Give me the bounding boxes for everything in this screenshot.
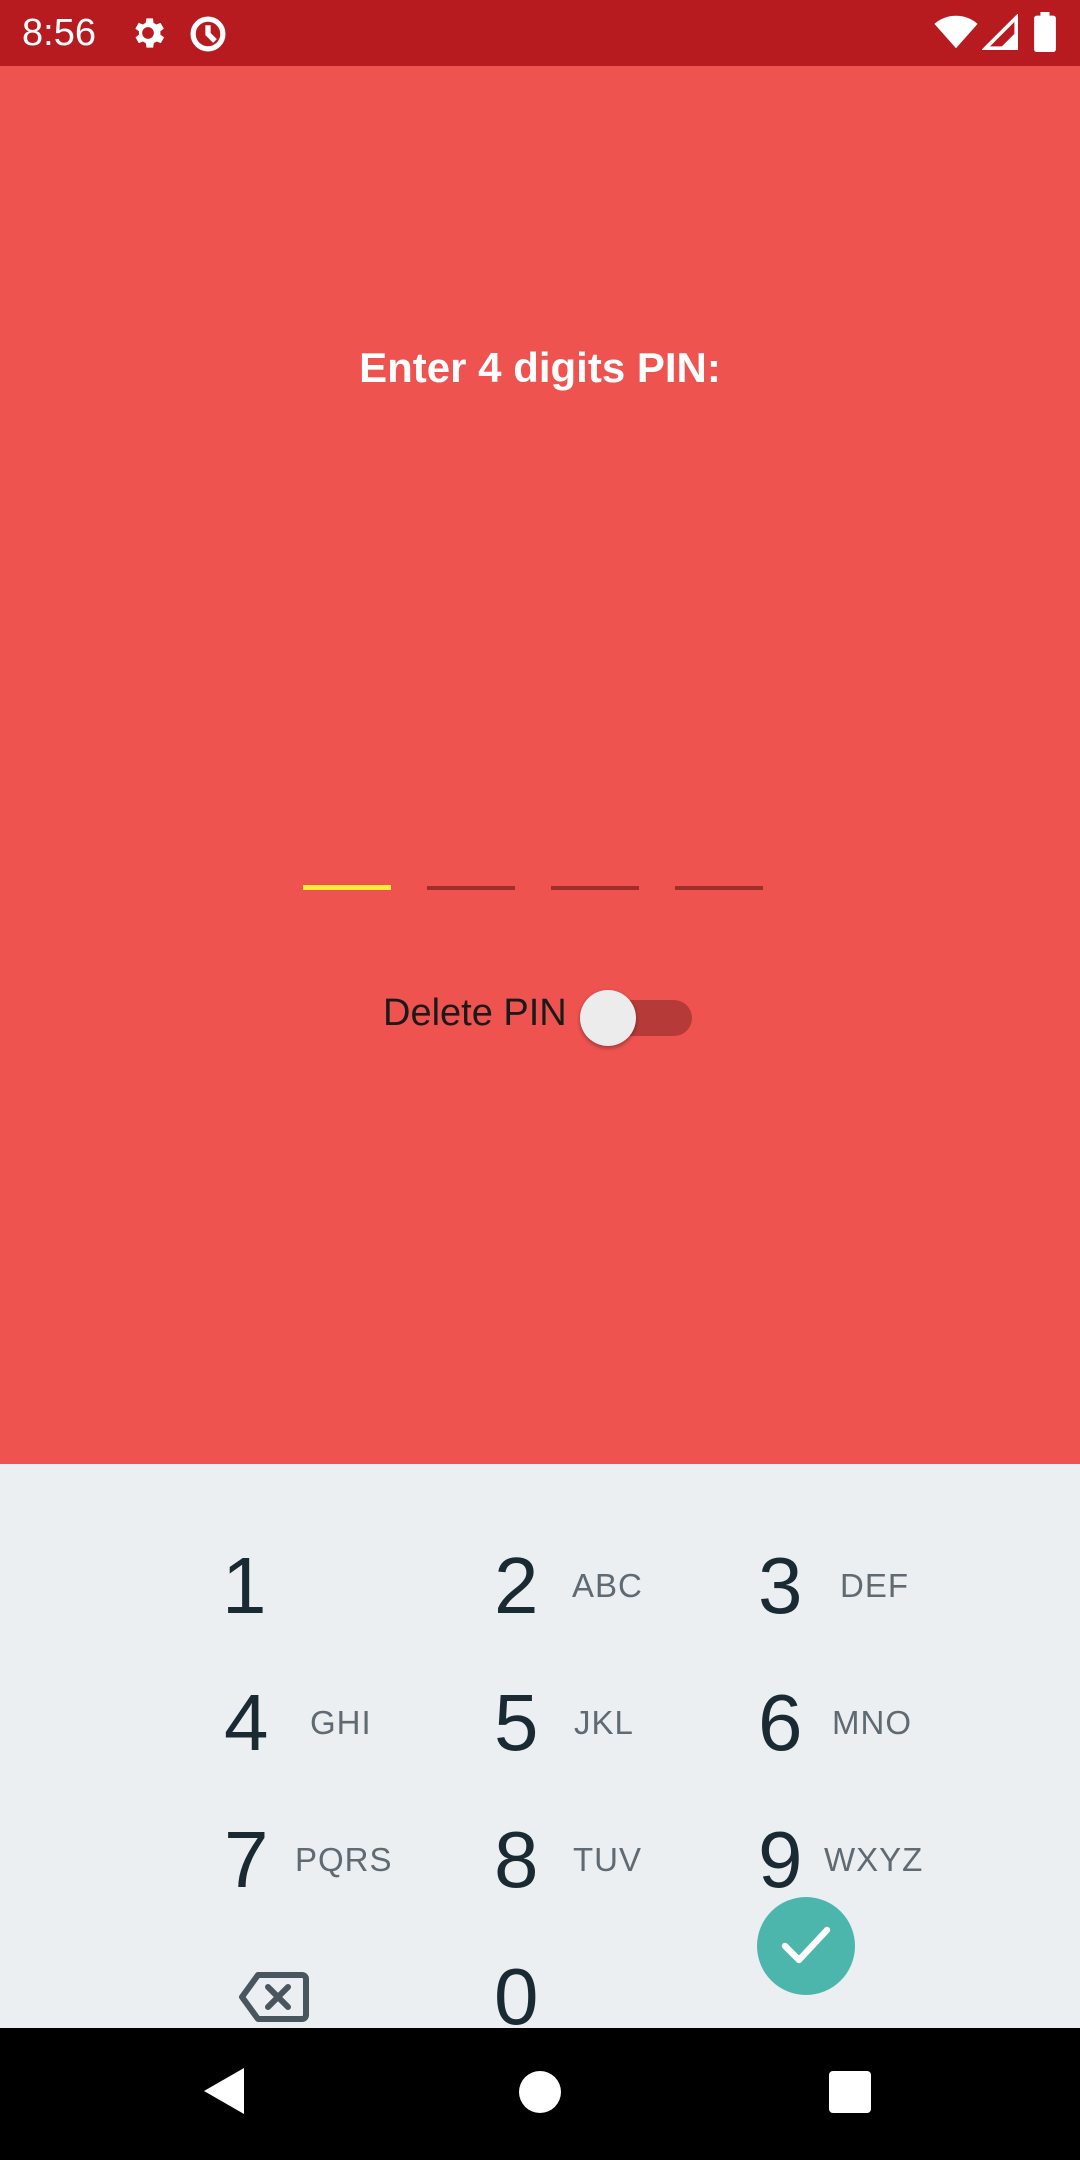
confirm-button[interactable] [757,1897,855,1995]
pin-slot-3 [551,886,639,890]
wifi-icon [934,14,978,55]
key-digit: 9 [758,1815,803,1904]
gear-icon [128,13,168,58]
recents-icon[interactable] [828,2070,872,2119]
home-icon[interactable] [518,2070,562,2119]
key-letters: MNO [832,1704,912,1741]
key-6[interactable]: 6 MNO [746,1661,966,1781]
status-bar: 8:56 [0,0,1080,66]
pin-slot-2 [427,886,515,890]
key-digit: 1 [222,1541,267,1630]
key-letters: DEF [840,1567,909,1604]
key-digit: 3 [758,1541,803,1630]
key-digit: 2 [494,1541,539,1630]
key-digit: 7 [224,1815,269,1904]
key-letters: WXYZ [824,1841,924,1878]
key-1[interactable]: 1 [200,1524,420,1644]
status-time: 8:56 [22,12,96,54]
backspace-icon [238,1971,310,2028]
check-icon [781,1924,831,1973]
key-9[interactable]: 9 WXYZ [746,1798,966,1918]
back-icon[interactable] [202,2066,248,2121]
key-digit: 5 [494,1678,539,1767]
key-letters: GHI [310,1704,372,1741]
pin-slot-1 [303,885,391,890]
battery-icon [1034,12,1056,57]
pin-prompt: Enter 4 digits PIN: [359,344,721,391]
key-5[interactable]: 5 JKL [480,1661,700,1781]
data-saver-icon [187,13,229,60]
delete-pin-label: Delete PIN [383,992,567,1034]
key-letters: PQRS [295,1841,393,1878]
key-letters: TUV [573,1841,642,1878]
key-letters: JKL [574,1704,634,1741]
key-3[interactable]: 3 DEF [746,1524,966,1644]
key-8[interactable]: 8 TUV [480,1798,700,1918]
key-7[interactable]: 7 PQRS [200,1798,420,1918]
navigation-bar [0,2028,1080,2160]
pin-screen: Enter 4 digits PIN: Delete PIN [0,66,1080,1464]
key-letters: ABC [572,1567,643,1604]
key-4[interactable]: 4 GHI [200,1661,420,1781]
key-digit: 4 [224,1678,269,1767]
cellular-signal-icon [981,13,1018,55]
pin-slot-4 [675,886,763,890]
key-digit: 8 [494,1815,539,1904]
key-digit: 6 [758,1678,803,1767]
key-2[interactable]: 2 ABC [480,1524,700,1644]
numeric-keypad: 1 2 ABC 3 DEF 4 GHI 5 JKL 6 MNO 7 PQRS 8… [0,1464,1080,2041]
delete-pin-switch-thumb[interactable] [580,990,636,1046]
